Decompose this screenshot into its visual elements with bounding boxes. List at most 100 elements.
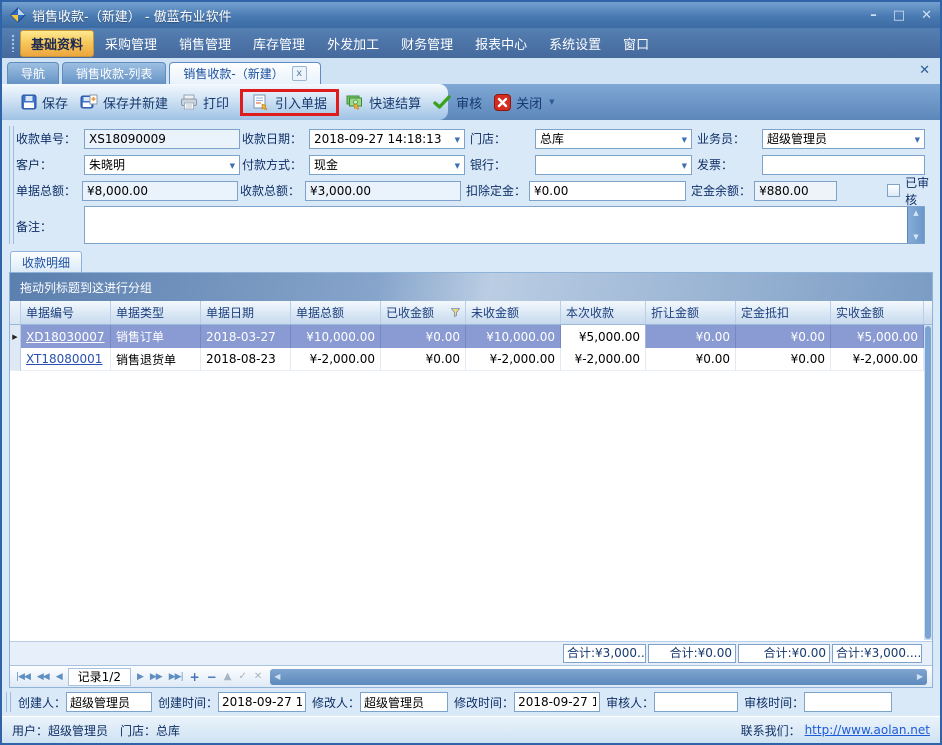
audit-info-bar: 创建人： 创建时间： 修改人： 修改时间： 审核人： 审核时间： — [2, 688, 940, 716]
total-discount: 合计:¥0.00 — [648, 644, 736, 663]
this-payment-editor[interactable]: ¥5,000.00 — [561, 325, 646, 348]
column-header-bill-type[interactable]: 单据类型 — [111, 301, 201, 324]
nav-add-icon[interactable]: + — [187, 670, 203, 684]
website-link[interactable]: http://www.aolan.net — [805, 723, 930, 737]
pay-method-select[interactable]: 现金 ▼ — [309, 155, 465, 175]
creator-field — [66, 692, 152, 712]
minimize-icon[interactable]: – — [870, 8, 877, 23]
grid-header-gutter — [10, 301, 21, 324]
receipt-total-field — [305, 181, 461, 201]
nav-post-icon[interactable]: ✓ — [235, 671, 249, 682]
invoice-field[interactable] — [762, 155, 925, 175]
group-by-bar[interactable]: 拖动列标题到这进行分组 — [10, 273, 932, 301]
table-row-selected[interactable]: ▶ XD18030007 销售订单 2018-03-27 ¥10,000.00 … — [10, 325, 932, 348]
column-header-bill-no[interactable]: 单据编号 — [21, 301, 111, 324]
grid-vertical-scrollbar[interactable] — [924, 325, 932, 640]
salesman-select[interactable]: 超级管理员 ▼ — [762, 129, 925, 149]
menu-item-reports[interactable]: 报表中心 — [464, 30, 538, 57]
menu-item-window[interactable]: 窗口 — [612, 30, 660, 57]
remark-scrollbar[interactable]: ▲ ▼ — [907, 207, 924, 243]
menu-item-inventory[interactable]: 库存管理 — [242, 30, 316, 57]
column-header-this-payment[interactable]: 本次收款 — [561, 301, 646, 324]
chevron-down-icon: ▼ — [682, 162, 687, 170]
grid-horizontal-scrollbar[interactable]: ◀ ▶ — [270, 669, 927, 685]
bill-total-field — [82, 181, 238, 201]
scroll-left-icon: ◀ — [274, 672, 280, 681]
menu-item-purchase[interactable]: 采购管理 — [94, 30, 168, 57]
deduct-deposit-field[interactable] — [529, 181, 686, 201]
column-header-discount[interactable]: 折让金额 — [646, 301, 736, 324]
customer-select[interactable]: 朱晓明 ▼ — [84, 155, 240, 175]
close-icon[interactable]: ✕ — [921, 8, 932, 23]
close-form-button[interactable]: 关闭 ▼ — [488, 93, 560, 112]
nav-next-icon[interactable]: ▶ — [134, 672, 146, 682]
column-header-bill-total[interactable]: 单据总额 — [291, 301, 381, 324]
nav-prev-icon[interactable]: ◀ — [53, 672, 65, 682]
audit-time-field — [804, 692, 892, 712]
nav-edit-icon[interactable]: ▲ — [221, 671, 235, 682]
store-select[interactable]: 总库 ▼ — [535, 129, 692, 149]
nav-cancel-icon[interactable]: ✕ — [251, 671, 265, 682]
money-hand-icon — [346, 94, 364, 110]
chevron-down-icon: ▼ — [682, 136, 687, 144]
detail-tab-row: 收款明细 — [2, 250, 940, 272]
total-this-payment: 合计:¥3,000... — [563, 644, 646, 663]
nav-prev-page-icon[interactable]: ◀◀ — [34, 672, 52, 682]
column-header-deposit-offset[interactable]: 定金抵扣 — [736, 301, 831, 324]
bill-link: XT18080001 — [26, 352, 102, 366]
column-header-actual-received[interactable]: 实收金额 — [831, 301, 924, 324]
column-header-bill-date[interactable]: 单据日期 — [201, 301, 291, 324]
tab-receipt-list[interactable]: 销售收款-列表 — [62, 62, 166, 84]
nav-last-icon[interactable]: ▶▶| — [166, 672, 186, 682]
audited-checkbox[interactable] — [887, 184, 900, 197]
receipt-date-picker[interactable]: 2018-09-27 14:18:13 ▼ — [309, 129, 465, 149]
chevron-down-icon: ▼ — [915, 136, 920, 144]
record-counter: 记录1/2 — [68, 668, 131, 686]
tab-receipt-detail[interactable]: 收款明细 — [10, 251, 82, 272]
scroll-up-icon: ▲ — [913, 209, 918, 217]
import-bill-button[interactable]: 引入单据 — [246, 93, 333, 112]
filter-icon[interactable] — [451, 308, 460, 317]
quick-settle-button[interactable]: 快速结算 — [340, 93, 427, 112]
tab-navigation[interactable]: 导航 — [7, 62, 59, 84]
modifier-label: 修改人： — [312, 694, 360, 711]
create-time-label: 创建时间： — [158, 694, 218, 711]
chevron-down-icon: ▼ — [230, 162, 235, 170]
bank-label: 银行： — [470, 156, 535, 173]
menu-item-basic-data[interactable]: 基础资料 — [20, 30, 94, 57]
document-tab-strip: 导航 销售收款-列表 销售收款-（新建） x ✕ — [2, 58, 940, 84]
tutorial-highlight-box: 引入单据 — [240, 89, 339, 116]
save-and-new-button[interactable]: 保存并新建 — [74, 93, 174, 112]
menu-item-sales[interactable]: 销售管理 — [168, 30, 242, 57]
audit-button[interactable]: 审核 — [427, 93, 488, 112]
nav-delete-icon[interactable]: − — [204, 670, 220, 684]
tab-close-icon[interactable]: x — [292, 66, 307, 81]
chevron-down-icon[interactable]: ▼ — [549, 98, 554, 106]
column-header-received[interactable]: 已收金额 — [381, 301, 466, 324]
print-button[interactable]: 打印 — [174, 93, 235, 112]
receipt-form: 收款单号： 收款日期： 2018-09-27 14:18:13 ▼ 门店： 总库… — [2, 120, 940, 250]
contact-label: 联系我们： — [741, 722, 801, 739]
bank-select[interactable]: ▼ — [535, 155, 692, 175]
deposit-balance-label: 定金余额： — [691, 182, 754, 199]
auditor-field — [654, 692, 738, 712]
receipt-date-label: 收款日期： — [242, 130, 309, 147]
detail-grid-panel: 拖动列标题到这进行分组 单据编号 单据类型 单据日期 单据总额 已收金额 未收金… — [9, 272, 933, 688]
menu-item-outsourcing[interactable]: 外发加工 — [316, 30, 390, 57]
column-header-unreceived[interactable]: 未收金额 — [466, 301, 561, 324]
tab-receipt-new[interactable]: 销售收款-（新建） x — [169, 62, 320, 84]
table-row[interactable]: XT18080001 销售退货单 2018-08-23 ¥-2,000.00 ¥… — [10, 348, 932, 371]
menu-item-settings[interactable]: 系统设置 — [538, 30, 612, 57]
customer-label: 客户： — [16, 156, 84, 173]
nav-next-page-icon[interactable]: ▶▶ — [147, 672, 165, 682]
tabstrip-close-icon[interactable]: ✕ — [919, 63, 930, 78]
nav-first-icon[interactable]: |◀◀ — [13, 672, 33, 682]
modify-time-label: 修改时间： — [454, 694, 514, 711]
remark-textarea[interactable]: ▲ ▼ — [84, 206, 925, 244]
maximize-icon[interactable]: □ — [893, 8, 905, 23]
remark-label: 备注： — [16, 218, 84, 235]
total-actual-received: 合计:¥3,000.... — [832, 644, 922, 663]
menu-item-finance[interactable]: 财务管理 — [390, 30, 464, 57]
save-button[interactable]: 保存 — [15, 93, 74, 112]
row-indicator-icon: ▶ — [10, 325, 21, 348]
